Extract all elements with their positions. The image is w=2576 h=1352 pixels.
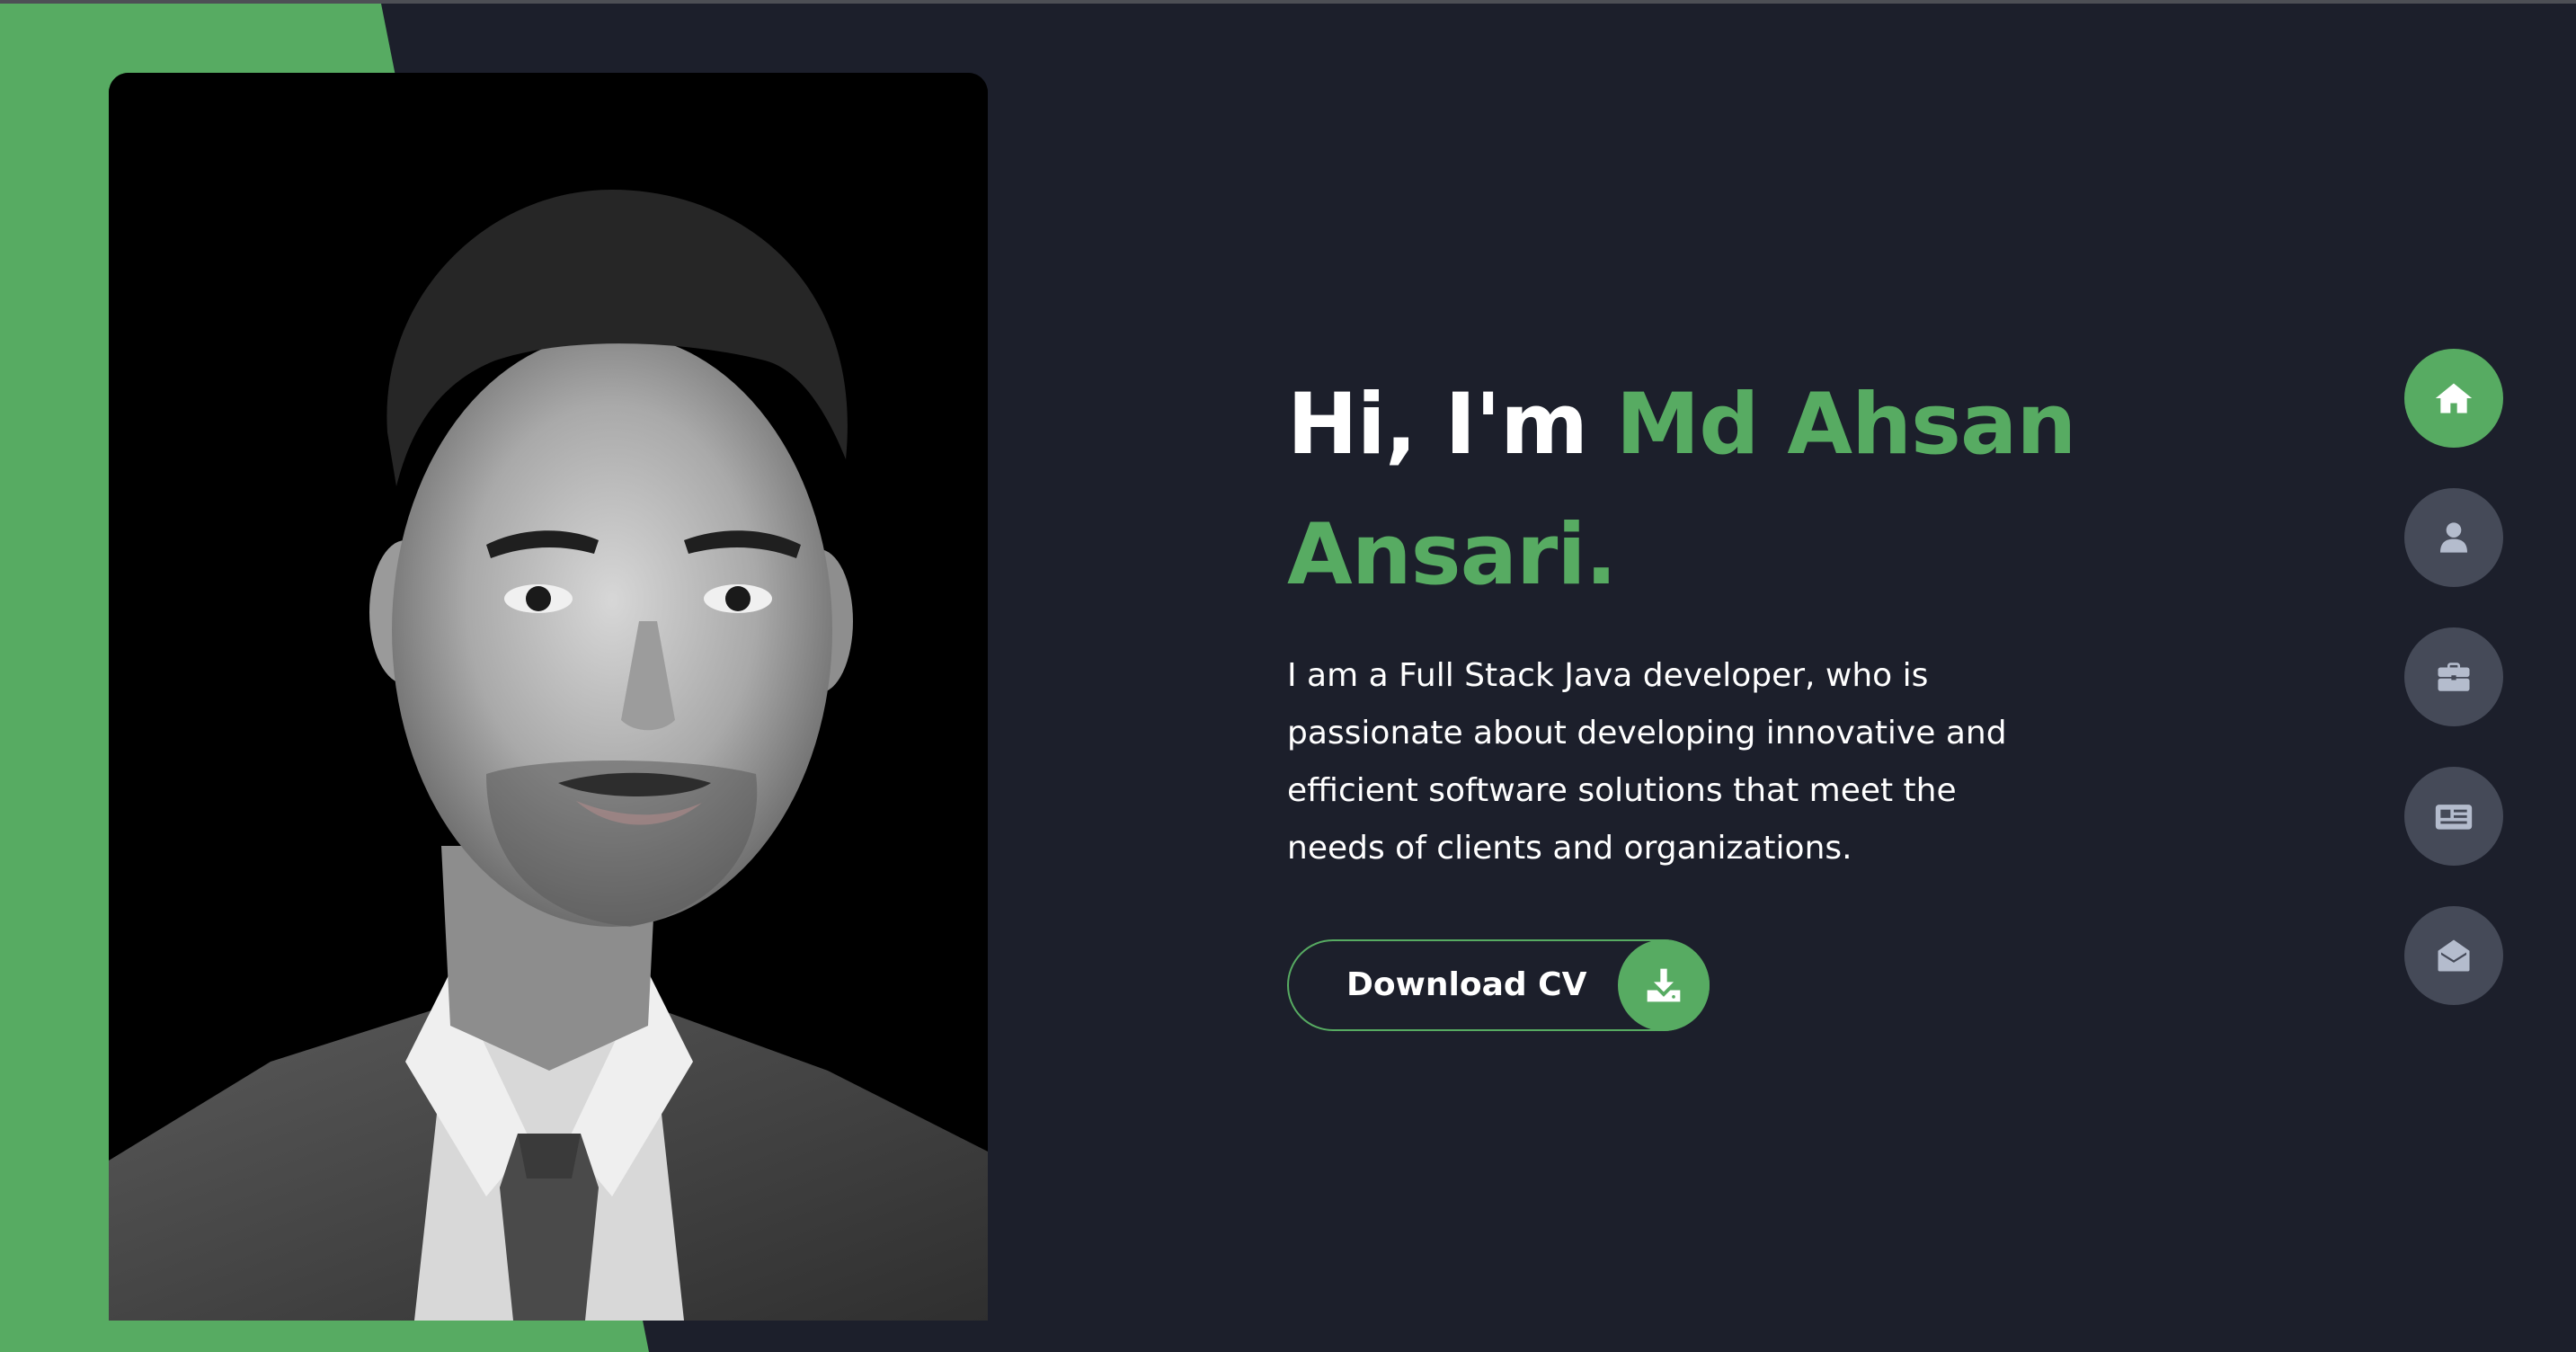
download-cv-button[interactable]: Download CV — [1287, 939, 1710, 1031]
download-cv-label: Download CV — [1346, 966, 1587, 1003]
nav-about-button[interactable] — [2404, 488, 2503, 587]
briefcase-icon — [2438, 663, 2470, 691]
envelope-open-icon — [2438, 939, 2470, 972]
download-icon — [1618, 939, 1710, 1031]
nav-blog-button[interactable] — [2404, 767, 2503, 866]
name-line-1: Md Ahsan — [1615, 376, 2077, 474]
user-icon — [2440, 522, 2467, 553]
hero-section: Hi, I'm Md Ahsan Ansari. I am a Full Stac… — [1287, 360, 2096, 877]
hero-headline: Hi, I'm Md Ahsan Ansari. — [1287, 360, 2096, 620]
home-icon — [2435, 383, 2473, 414]
greeting-text: Hi, I'm — [1287, 376, 1588, 474]
profile-photo — [109, 73, 988, 1321]
hero-bio: I am a Full Stack Java developer, who is… — [1287, 657, 2007, 867]
nav-portfolio-button[interactable] — [2404, 627, 2503, 726]
name-line-2: Ansari. — [1287, 506, 1617, 604]
nav-contact-button[interactable] — [2404, 906, 2503, 1005]
newspaper-icon — [2435, 805, 2473, 830]
nav-home-button[interactable] — [2404, 349, 2503, 448]
top-border — [0, 0, 2576, 4]
